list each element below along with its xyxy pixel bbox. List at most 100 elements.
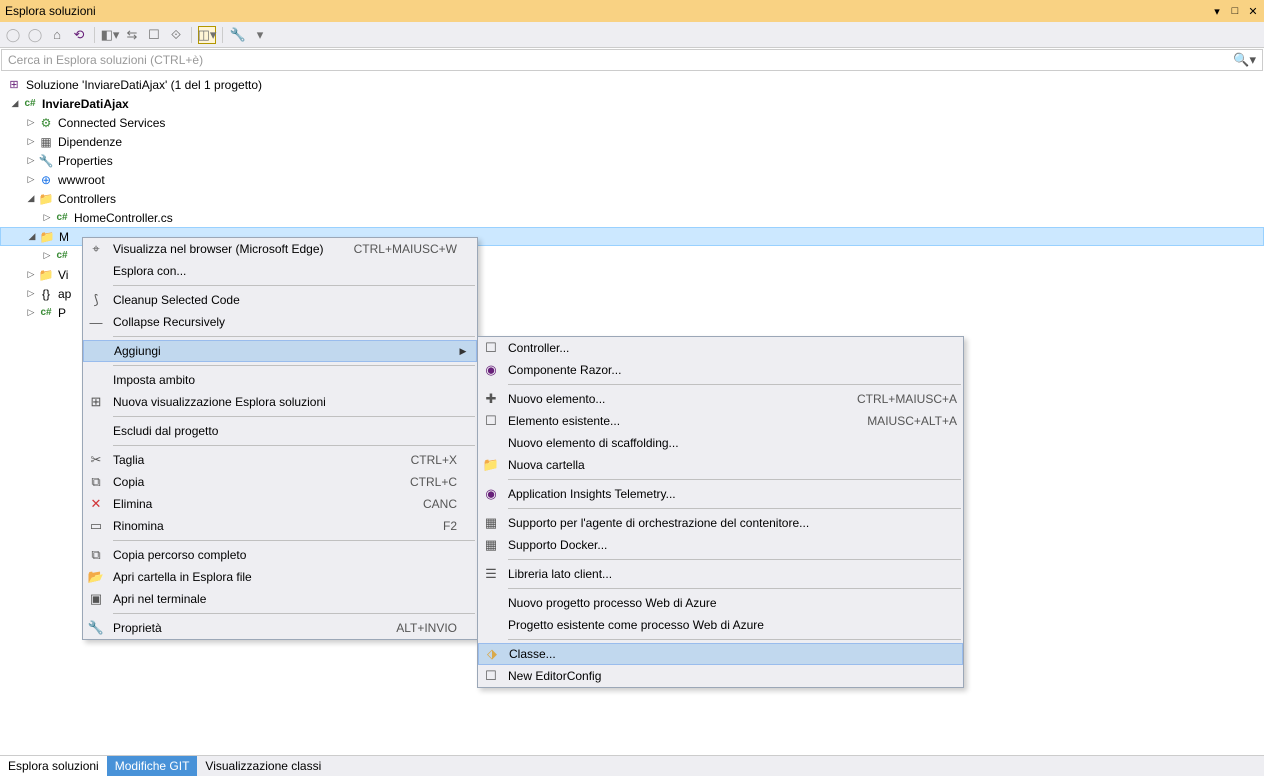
expand-icon[interactable]: ▷ [40, 249, 54, 263]
menu-separator [113, 285, 475, 286]
menu-clientlib[interactable]: ☰ Libreria lato client... [478, 563, 963, 585]
menu-docker[interactable]: ▦ Supporto Docker... [478, 534, 963, 556]
project-node[interactable]: ◢ c# InviareDatiAjax [0, 94, 1264, 113]
menu-terminal[interactable]: ▣ Apri nel terminale [83, 588, 477, 610]
wrench-icon: 🔧 [83, 617, 109, 639]
collapse-icon[interactable]: ⇆ [123, 26, 141, 44]
menu-add[interactable]: Aggiungi ▶ [83, 340, 477, 362]
menu-explore-with[interactable]: Esplora con... [83, 260, 477, 282]
menu-newitem[interactable]: ✚ Nuovo elemento... CTRL+MAIUSC+A [478, 388, 963, 410]
menu-exclude[interactable]: Escludi dal progetto [83, 420, 477, 442]
expand-icon[interactable]: ▷ [24, 116, 38, 130]
menu-separator [508, 639, 961, 640]
tree-item[interactable]: ▷ ⚙ Connected Services [0, 113, 1264, 132]
collapse-icon: — [83, 311, 109, 333]
preview-icon[interactable]: ◫▾ [198, 26, 216, 44]
tree-item[interactable]: ▷ c# HomeController.cs [0, 208, 1264, 227]
menu-azure-exist[interactable]: Progetto esistente come processo Web di … [478, 614, 963, 636]
statusbar-tab-classes[interactable]: Visualizzazione classi [197, 756, 329, 776]
search-input[interactable]: Cerca in Esplora soluzioni (CTRL+è) 🔍▾ [1, 49, 1263, 71]
expand-icon[interactable]: ◢ [25, 230, 39, 244]
tree-item[interactable]: ▷ ▦ Dipendenze [0, 132, 1264, 151]
search-placeholder: Cerca in Esplora soluzioni (CTRL+è) [8, 53, 203, 67]
solution-node[interactable]: ⊞ Soluzione 'InviareDatiAjax' (1 del 1 p… [0, 75, 1264, 94]
menu-razor[interactable]: ◉ Componente Razor... [478, 359, 963, 381]
dropdown-icon[interactable]: ▾ [1211, 5, 1223, 17]
expand-icon[interactable]: ▷ [24, 135, 38, 149]
tree-item[interactable]: ▷ 🔧 Properties [0, 151, 1264, 170]
close-icon[interactable]: ✕ [1247, 5, 1259, 17]
menu-editorconfig[interactable]: ☐ New EditorConfig [478, 665, 963, 687]
tree-label: Controllers [58, 192, 116, 206]
expand-icon[interactable]: ◢ [8, 97, 22, 111]
tree-item[interactable]: ◢ 📁 Controllers [0, 189, 1264, 208]
refresh-icon[interactable]: ⟐ [167, 26, 185, 44]
menu-azure-new[interactable]: Nuovo progetto processo Web di Azure [478, 592, 963, 614]
home-icon[interactable]: ⌂ [48, 26, 66, 44]
expand-icon[interactable]: ◢ [24, 192, 38, 206]
menu-scope[interactable]: Imposta ambito [83, 369, 477, 391]
menu-label: Imposta ambito [109, 373, 457, 387]
menu-label: Application Insights Telemetry... [504, 487, 957, 501]
view-icon[interactable]: ◧▾ [101, 26, 119, 44]
shortcut: ALT+INVIO [366, 621, 457, 635]
menu-class[interactable]: ⬗ Classe... [478, 643, 963, 665]
context-menu: ⌖ Visualizza nel browser (Microsoft Edge… [82, 237, 478, 640]
menu-newfolder[interactable]: 📁 Nuova cartella [478, 454, 963, 476]
expand-icon[interactable]: ▷ [24, 268, 38, 282]
menu-rename[interactable]: ▭ Rinomina F2 [83, 515, 477, 537]
statusbar-tab-git[interactable]: Modifiche GIT [107, 756, 198, 776]
menu-properties[interactable]: 🔧 Proprietà ALT+INVIO [83, 617, 477, 639]
menu-copy[interactable]: ⧉ Copia CTRL+C [83, 471, 477, 493]
menu-label: Visualizza nel browser (Microsoft Edge) [109, 242, 324, 256]
menu-scaffold[interactable]: Nuovo elemento di scaffolding... [478, 432, 963, 454]
menu-label: Nuova cartella [504, 458, 957, 472]
menu-label: Apri cartella in Esplora file [109, 570, 457, 584]
maximize-icon[interactable]: □ [1229, 5, 1241, 17]
menu-label: Esplora con... [109, 264, 457, 278]
menu-existitem[interactable]: ☐ Elemento esistente... MAIUSC+ALT+A [478, 410, 963, 432]
expand-icon[interactable]: ▷ [40, 211, 54, 225]
orchestrator-icon: ▦ [478, 512, 504, 534]
back-icon[interactable]: ◯ [4, 26, 22, 44]
sync-icon[interactable]: ⟲ [70, 26, 88, 44]
menu-newview[interactable]: ⊞ Nuova visualizzazione Esplora soluzion… [83, 391, 477, 413]
menu-label: Aggiungi [110, 344, 456, 358]
menu-label: Nuovo elemento di scaffolding... [504, 436, 957, 450]
wrench-icon[interactable]: 🔧 [229, 26, 247, 44]
menu-label: Elemento esistente... [504, 414, 837, 428]
menu-delete[interactable]: ✕ Elimina CANC [83, 493, 477, 515]
existitem-icon: ☐ [478, 410, 504, 432]
menu-label: Proprietà [109, 621, 366, 635]
deps-icon: ▦ [38, 134, 54, 150]
shortcut: CTRL+MAIUSC+A [827, 392, 957, 406]
menu-label: Nuovo progetto processo Web di Azure [504, 596, 957, 610]
razor-icon: ◉ [478, 359, 504, 381]
menu-label: Apri nel terminale [109, 592, 457, 606]
menu-separator [508, 559, 961, 560]
window-controls: ▾ □ ✕ [1211, 5, 1259, 17]
menu-cleanup[interactable]: ⟆ Cleanup Selected Code [83, 289, 477, 311]
menu-collapse[interactable]: — Collapse Recursively [83, 311, 477, 333]
statusbar-tab-solution[interactable]: Esplora soluzioni [0, 756, 107, 776]
menu-copypath[interactable]: ⧉ Copia percorso completo [83, 544, 477, 566]
expand-icon[interactable]: ▷ [24, 287, 38, 301]
menu-label: Rinomina [109, 519, 413, 533]
menu-insights[interactable]: ◉ Application Insights Telemetry... [478, 483, 963, 505]
tree-item[interactable]: ▷ ⊕ wwwroot [0, 170, 1264, 189]
cut-icon: ✂ [83, 449, 109, 471]
menu-openfolder[interactable]: 📂 Apri cartella in Esplora file [83, 566, 477, 588]
expand-icon[interactable]: ▷ [24, 306, 38, 320]
menu-cut[interactable]: ✂ Taglia CTRL+X [83, 449, 477, 471]
menu-controller[interactable]: ☐ Controller... [478, 337, 963, 359]
expand-icon[interactable]: ▷ [24, 154, 38, 168]
menu-view-browser[interactable]: ⌖ Visualizza nel browser (Microsoft Edge… [83, 238, 477, 260]
showall-icon[interactable]: ☐ [145, 26, 163, 44]
wrench-dropdown-icon[interactable]: ▾ [251, 26, 269, 44]
menu-orchestrator[interactable]: ▦ Supporto per l'agente di orchestrazion… [478, 512, 963, 534]
browser-icon: ⌖ [83, 238, 109, 260]
tree-label: Properties [58, 154, 113, 168]
class-icon: ⬗ [479, 643, 505, 665]
expand-icon[interactable]: ▷ [24, 173, 38, 187]
forward-icon[interactable]: ◯ [26, 26, 44, 44]
